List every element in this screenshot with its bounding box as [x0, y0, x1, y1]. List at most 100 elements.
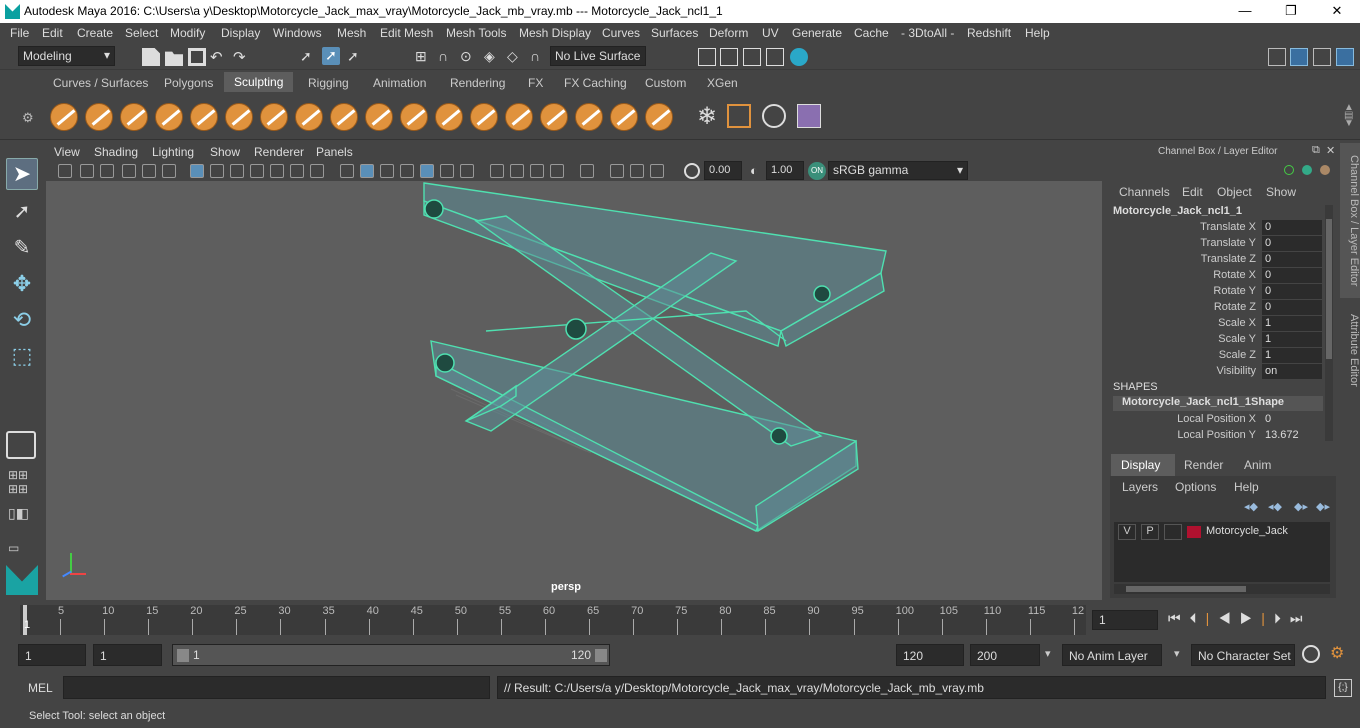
ambient-occlusion-icon[interactable]	[490, 164, 504, 178]
render-view-icon[interactable]	[698, 48, 716, 66]
flatten-tool-icon[interactable]	[225, 103, 253, 131]
fill-tool-icon[interactable]	[470, 103, 498, 131]
undo-icon[interactable]: ↶	[210, 48, 228, 66]
field-chart-icon[interactable]	[270, 164, 284, 178]
channel-rotate-x[interactable]: Rotate X0	[1106, 268, 1338, 284]
panel-menu-view[interactable]: View	[54, 145, 80, 159]
shelf-settings-gear-icon[interactable]: ⚙	[22, 110, 34, 126]
channel-rotate-z[interactable]: Rotate Z0	[1106, 300, 1338, 316]
auto-key-icon[interactable]	[1302, 645, 1320, 663]
channel-scale-x[interactable]: Scale X1	[1106, 316, 1338, 332]
wireframe-icon[interactable]	[340, 164, 354, 178]
menu-create[interactable]: Create	[77, 26, 113, 40]
menu-select[interactable]: Select	[125, 26, 158, 40]
menu-modify[interactable]: Modify	[170, 26, 205, 40]
snap-point-icon[interactable]: ⊙	[460, 48, 478, 66]
chevron-down-icon[interactable]: ▾	[1174, 647, 1180, 660]
menu-3dtoall[interactable]: - 3DtoAll -	[901, 26, 954, 40]
default-material-icon[interactable]	[400, 164, 414, 178]
menu-surfaces[interactable]: Surfaces	[651, 26, 698, 40]
channel-box-toggle-icon[interactable]	[1336, 48, 1354, 66]
layer-visibility-toggle[interactable]: V	[1118, 524, 1136, 540]
channel-visibility[interactable]: Visibility on	[1106, 364, 1338, 380]
exposure-field[interactable]: 0.00	[704, 161, 742, 180]
range-slider-right-handle[interactable]	[595, 649, 607, 662]
new-layer-icon[interactable]: ◆▸	[1294, 500, 1308, 513]
wireframe-on-shaded-icon[interactable]	[380, 164, 394, 178]
anim-layer-dropdown[interactable]: No Anim Layer	[1062, 644, 1162, 666]
go-to-start-icon[interactable]: ⏮	[1168, 610, 1190, 626]
mel-input[interactable]	[63, 676, 490, 699]
menu-edit[interactable]: Edit	[42, 26, 63, 40]
depth-of-field-icon[interactable]	[550, 164, 564, 178]
modeling-toolkit-icon[interactable]	[1268, 48, 1286, 66]
new-scene-icon[interactable]	[142, 48, 160, 66]
channel-local-position-y[interactable]: Local Position Y 13.672	[1106, 428, 1338, 444]
move-tool-icon[interactable]: ✥	[6, 269, 38, 301]
slider-toggle-icon[interactable]	[1320, 165, 1330, 175]
cb-menu-edit[interactable]: Edit	[1182, 185, 1203, 199]
channel-local-position-x[interactable]: Local Position X0	[1106, 412, 1338, 428]
sculpt-mesh-icon[interactable]	[762, 104, 786, 128]
snap-curve-icon[interactable]: ∩	[438, 48, 456, 66]
freeze-tool-icon[interactable]	[645, 103, 673, 131]
render-settings-icon[interactable]	[766, 48, 784, 66]
gate-mask-icon[interactable]	[250, 164, 264, 178]
menu-help[interactable]: Help	[1025, 26, 1050, 40]
layer-menu-help[interactable]: Help	[1234, 480, 1259, 494]
frame-all-icon[interactable]	[650, 164, 664, 178]
camera-select-icon[interactable]	[58, 164, 72, 178]
playback-start-field[interactable]: 1	[93, 644, 162, 666]
bookmark-icon[interactable]	[100, 164, 114, 178]
layer-tab-anim[interactable]: Anim	[1244, 458, 1271, 472]
motion-blur-icon[interactable]	[510, 164, 524, 178]
redo-icon[interactable]: ↷	[233, 48, 251, 66]
two-d-pan-zoom-icon[interactable]	[162, 164, 176, 178]
smear-tool-icon[interactable]	[540, 103, 568, 131]
step-forward-key-icon[interactable]: |	[1261, 610, 1274, 626]
layer-playback-toggle[interactable]: P	[1141, 524, 1159, 540]
panel-menu-lighting[interactable]: Lighting	[152, 145, 194, 159]
menu-deform[interactable]: Deform	[709, 26, 748, 40]
mel-label[interactable]: MEL	[28, 681, 53, 695]
four-view-layout-icon[interactable]: ⊞⊞ ⊞⊞	[8, 468, 36, 496]
character-set-dropdown[interactable]: No Character Set	[1191, 644, 1295, 666]
wax-tool-icon[interactable]	[400, 103, 428, 131]
shelf-tab-fx-caching[interactable]: FX Caching	[564, 76, 627, 90]
new-layer-selected-icon[interactable]: ◆▸	[1316, 500, 1330, 513]
grease-pencil-icon[interactable]	[142, 164, 156, 178]
play-backwards-icon[interactable]: ◀	[1218, 610, 1240, 626]
step-back-key-icon[interactable]: |	[1206, 610, 1219, 626]
shelf-tab-fx[interactable]: FX	[528, 76, 543, 90]
panel-menu-renderer[interactable]: Renderer	[254, 145, 304, 159]
camera-attributes-icon[interactable]	[80, 164, 94, 178]
channel-box-scrollbar[interactable]	[1325, 205, 1333, 441]
menu-file[interactable]: File	[10, 26, 29, 40]
current-frame-field[interactable]: 1	[1092, 610, 1158, 630]
select-by-object-icon[interactable]: ➚	[322, 47, 340, 65]
range-slider[interactable]: 1 120	[172, 644, 610, 666]
imprint-tool-icon[interactable]	[365, 103, 393, 131]
sculpt-tool-icon[interactable]	[50, 103, 78, 131]
layer-tab-display[interactable]: Display	[1111, 454, 1175, 476]
open-scene-icon[interactable]	[165, 51, 183, 66]
step-back-icon[interactable]: ⏴	[1190, 610, 1206, 626]
menu-redshift[interactable]: Redshift	[967, 26, 1011, 40]
snap-surface-icon[interactable]: ◇	[507, 48, 525, 66]
close-button[interactable]: ✕	[1314, 0, 1360, 23]
uv-editor-icon[interactable]	[727, 104, 751, 128]
save-scene-icon[interactable]	[188, 48, 206, 66]
convert-to-frozen-icon[interactable]: ❄	[693, 102, 721, 130]
shelf-tab-rigging[interactable]: Rigging	[308, 76, 349, 90]
layer-menu-options[interactable]: Options	[1175, 480, 1216, 494]
cb-menu-object[interactable]: Object	[1217, 185, 1252, 199]
minimize-button[interactable]: —	[1222, 0, 1268, 23]
cb-menu-channels[interactable]: Channels	[1119, 185, 1170, 199]
side-tab-attribute-editor[interactable]: Attribute Editor	[1340, 305, 1360, 395]
bulge-tool-icon[interactable]	[575, 103, 603, 131]
shelf-tab-xgen[interactable]: XGen	[707, 76, 738, 90]
shelf-tab-animation[interactable]: Animation	[373, 76, 426, 90]
channel-rotate-y[interactable]: Rotate Y0	[1106, 284, 1338, 300]
layout-shortcut-icon[interactable]: ▭	[8, 541, 36, 555]
move-layer-down-icon[interactable]: ◂◆	[1268, 500, 1282, 513]
